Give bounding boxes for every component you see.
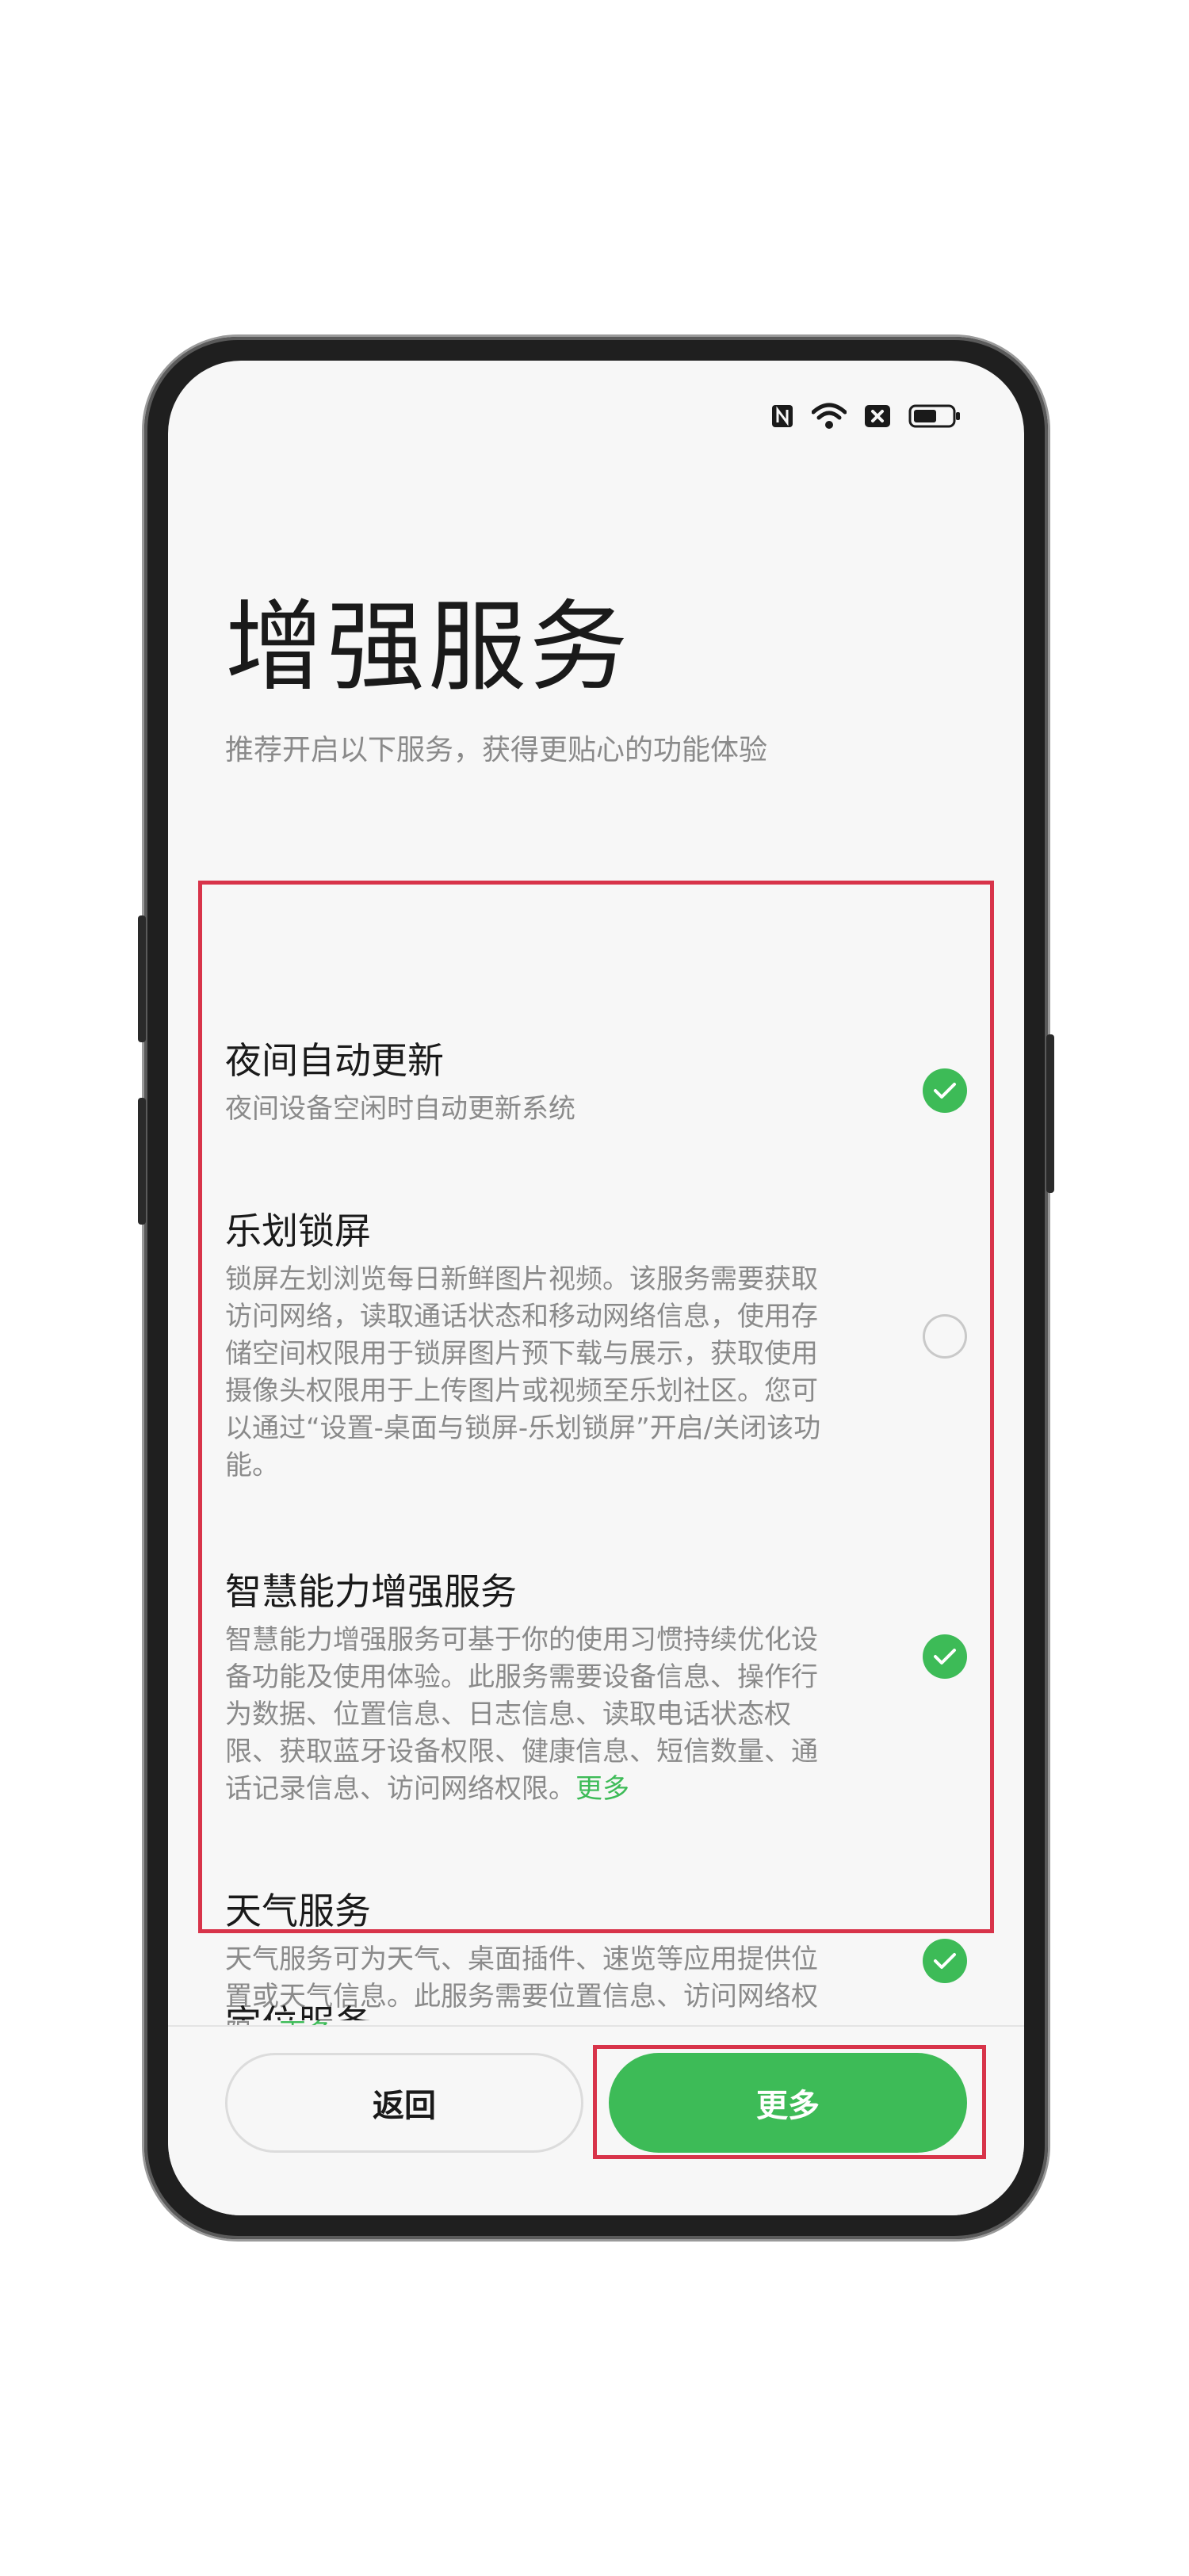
power-button — [138, 1098, 146, 1225]
more-link[interactable]: 更多 — [575, 1773, 629, 1805]
phone-frame: 增强服务 推荐开启以下服务，获得更贴心的功能体验 夜间自动更新 夜间设备空闲时自… — [138, 337, 1054, 2239]
volume-button — [138, 915, 146, 1042]
divider — [168, 2025, 1024, 2027]
service-title: 夜间自动更新 — [225, 1039, 444, 1082]
back-button[interactable]: 返回 — [225, 2053, 583, 2153]
service-lockscreen[interactable]: 乐划锁屏 锁屏左划浏览每日新鲜图片视频。该服务需要获取访问网络，读取通话状态和移… — [225, 1209, 967, 1485]
service-description: 锁屏左划浏览每日新鲜图片视频。该服务需要获取访问网络，读取通话状态和移动网络信息… — [225, 1263, 821, 1481]
service-night-update[interactable]: 夜间自动更新 夜间设备空闲时自动更新系统 — [225, 1038, 967, 1128]
check-icon — [934, 1953, 956, 1969]
service-title: 天气服务 — [225, 1890, 371, 1932]
more-button[interactable]: 更多 — [609, 2053, 967, 2153]
service-toggle-checked[interactable] — [923, 1068, 967, 1113]
service-title: 智慧能力增强服务 — [225, 1570, 517, 1613]
partial-section-title: 定位服务 — [225, 2001, 701, 2020]
service-description: 夜间设备空闲时自动更新系统 — [225, 1093, 575, 1125]
service-title: 乐划锁屏 — [225, 1210, 371, 1252]
service-list: 夜间自动更新 夜间设备空闲时自动更新系统 乐划锁屏 锁屏左划浏览每日新鲜图片视频… — [168, 361, 1024, 2215]
service-smart-enhance[interactable]: 智慧能力增强服务 智慧能力增强服务可基于你的使用习惯持续优化设备功能及使用体验。… — [225, 1569, 967, 1808]
service-toggle-checked[interactable] — [923, 1939, 967, 1983]
service-toggle-checked[interactable] — [923, 1634, 967, 1679]
screen: 增强服务 推荐开启以下服务，获得更贴心的功能体验 夜间自动更新 夜间设备空闲时自… — [168, 361, 1024, 2215]
check-icon — [934, 1083, 956, 1099]
service-description: 智慧能力增强服务可基于你的使用习惯持续优化设备功能及使用体验。此服务需要设备信息… — [225, 1624, 818, 1805]
service-toggle-unchecked[interactable] — [923, 1314, 967, 1359]
side-key — [1046, 1034, 1054, 1193]
check-icon — [934, 1649, 956, 1664]
